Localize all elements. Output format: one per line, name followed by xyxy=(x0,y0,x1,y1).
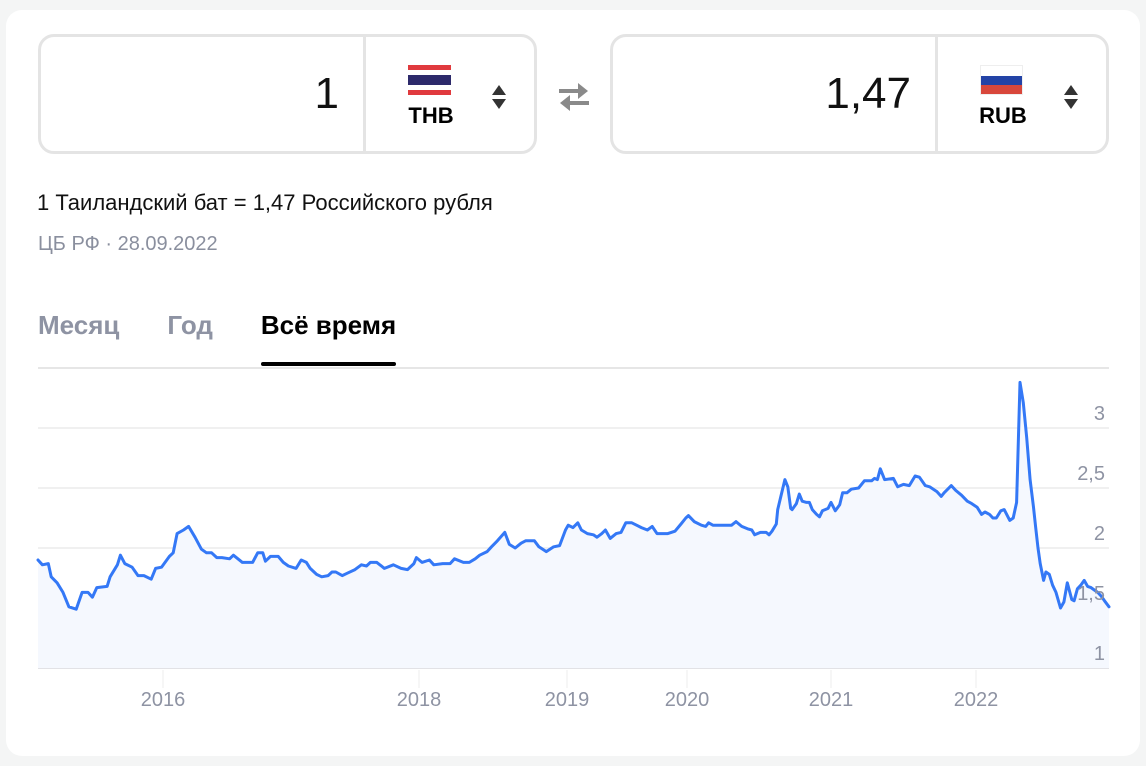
x-tick-label: 2021 xyxy=(809,689,854,711)
x-tick-label: 2018 xyxy=(397,689,442,711)
x-tick-label: 2022 xyxy=(954,689,999,711)
x-tick-label: 2016 xyxy=(141,689,186,711)
rate-chart: 1 1,5 2 2,5 3 2016 2018 2019 2020 2021 2022 xyxy=(36,367,1111,711)
y-tick-label: 1 xyxy=(1094,643,1105,665)
x-tick-label: 2020 xyxy=(665,689,710,711)
x-tick-label: 2019 xyxy=(545,689,590,711)
y-tick-label: 2 xyxy=(1094,523,1105,545)
y-tick-label: 3 xyxy=(1094,403,1105,425)
y-tick-label: 1,5 xyxy=(1077,583,1105,605)
y-tick-label: 2,5 xyxy=(1077,463,1105,485)
